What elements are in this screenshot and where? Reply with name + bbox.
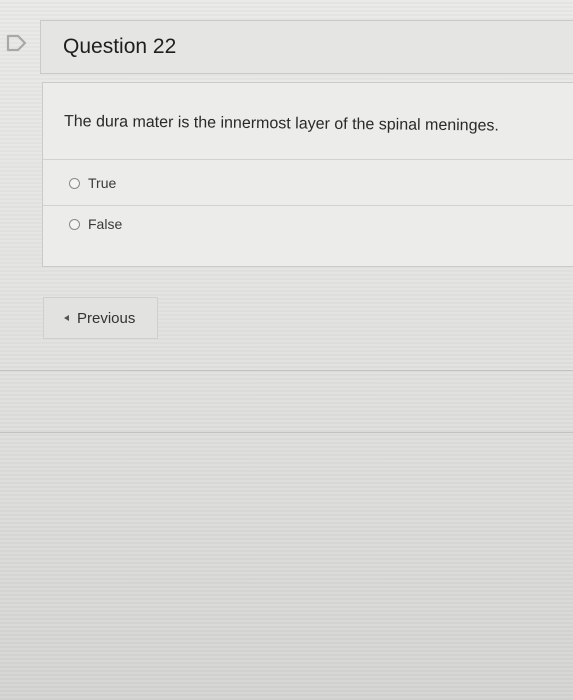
question-text: The dura mater is the innermost layer of… [63,113,499,135]
radio-button[interactable] [69,218,80,230]
divider [0,432,573,433]
flag-icon[interactable] [6,34,28,52]
previous-label: Previous [77,309,136,327]
previous-button[interactable]: Previous [43,297,158,339]
divider [43,205,573,206]
answer-label: True [88,175,117,191]
radio-button[interactable] [69,177,80,189]
divider [43,159,573,160]
question-title: Question 22 [63,35,177,58]
question-body: The dura mater is the innermost layer of… [42,82,573,267]
divider [0,370,573,371]
answer-option-true[interactable]: True [69,175,116,191]
answer-option-false[interactable]: False [69,216,122,232]
question-header: Question 22 [40,20,573,74]
answer-label: False [88,216,123,232]
chevron-left-icon [64,315,69,321]
